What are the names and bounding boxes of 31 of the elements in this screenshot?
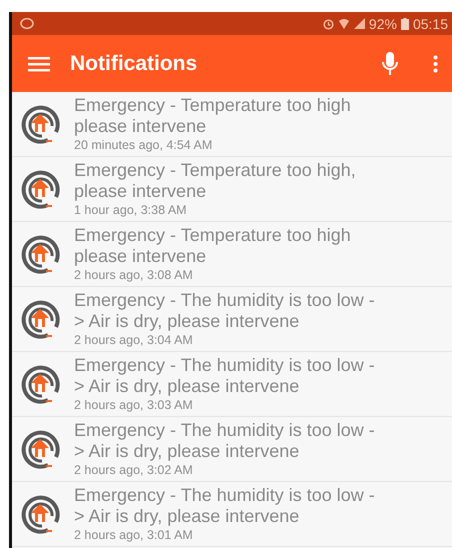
notification-time: 2 hours ago, 3:08 AM — [74, 267, 194, 283]
clock: 05:15 — [412, 16, 448, 32]
notification-time: 2 hours ago, 3:03 AM — [74, 397, 194, 413]
signal-icon — [354, 18, 365, 29]
microphone-icon[interactable] — [381, 50, 399, 76]
notification-time: 20 minutes ago, 4:54 AM — [74, 137, 214, 153]
notification-item[interactable]: Emergency - The humidity is too low - > Air is dry, please intervene 2 hours ago, 3:03 AM — [12, 352, 452, 417]
notification-message: Emergency - Temperature too high please intervene — [74, 225, 351, 267]
notification-time: 2 hours ago, 3:02 AM — [74, 462, 194, 478]
notification-item[interactable]: Emergency - The humidity is too low - > Air is dry, please intervene 2 hours ago, 3:04 AM — [12, 287, 452, 352]
wifi-icon — [338, 18, 350, 30]
notification-message: Emergency - Temperature too high, please intervene — [74, 160, 356, 202]
notification-message: Emergency - The humidity is too low - > Air is dry, please intervene — [74, 420, 375, 462]
notification-message: Emergency - The humidity is too low - > Air is dry, please intervene — [74, 485, 375, 527]
battery-percent: 92% — [368, 16, 397, 32]
battery-icon — [400, 18, 409, 30]
notification-message: Emergency - Temperature too high please intervene — [74, 95, 351, 137]
notification-item[interactable]: Emergency - Temperature too high, please intervene 1 hour ago, 3:38 AM — [12, 157, 452, 222]
notification-message: Emergency - The humidity is too low - > Air is dry, please intervene — [74, 355, 375, 397]
alarm-icon — [322, 18, 334, 30]
notification-time: 1 hour ago, 3:38 AM — [74, 202, 188, 218]
notification-time: 2 hours ago, 3:01 AM — [74, 527, 194, 543]
notification-item[interactable]: Emergency - The humidity is too low - > Air is dry, please intervene 2 hours ago, 3:02 AM — [12, 417, 452, 482]
menu-icon[interactable] — [28, 56, 50, 72]
screen-title: Notifications — [70, 52, 198, 76]
notification-item[interactable]: Emergency - Temperature too high please intervene 20 minutes ago, 4:54 AM — [12, 92, 452, 157]
notification-time: 2 hours ago, 3:04 AM — [74, 332, 194, 348]
notification-message: Emergency - The humidity is too low - > Air is dry, please intervene — [74, 290, 375, 332]
notification-item[interactable]: Emergency - Temperature too high please intervene 2 hours ago, 3:08 AM — [12, 222, 452, 287]
notification-item[interactable]: Emergency - The humidity is too low - > Air is dry, please intervene 2 hours ago, 3:01 AM — [12, 482, 452, 547]
more-options-icon[interactable] — [433, 54, 438, 72]
